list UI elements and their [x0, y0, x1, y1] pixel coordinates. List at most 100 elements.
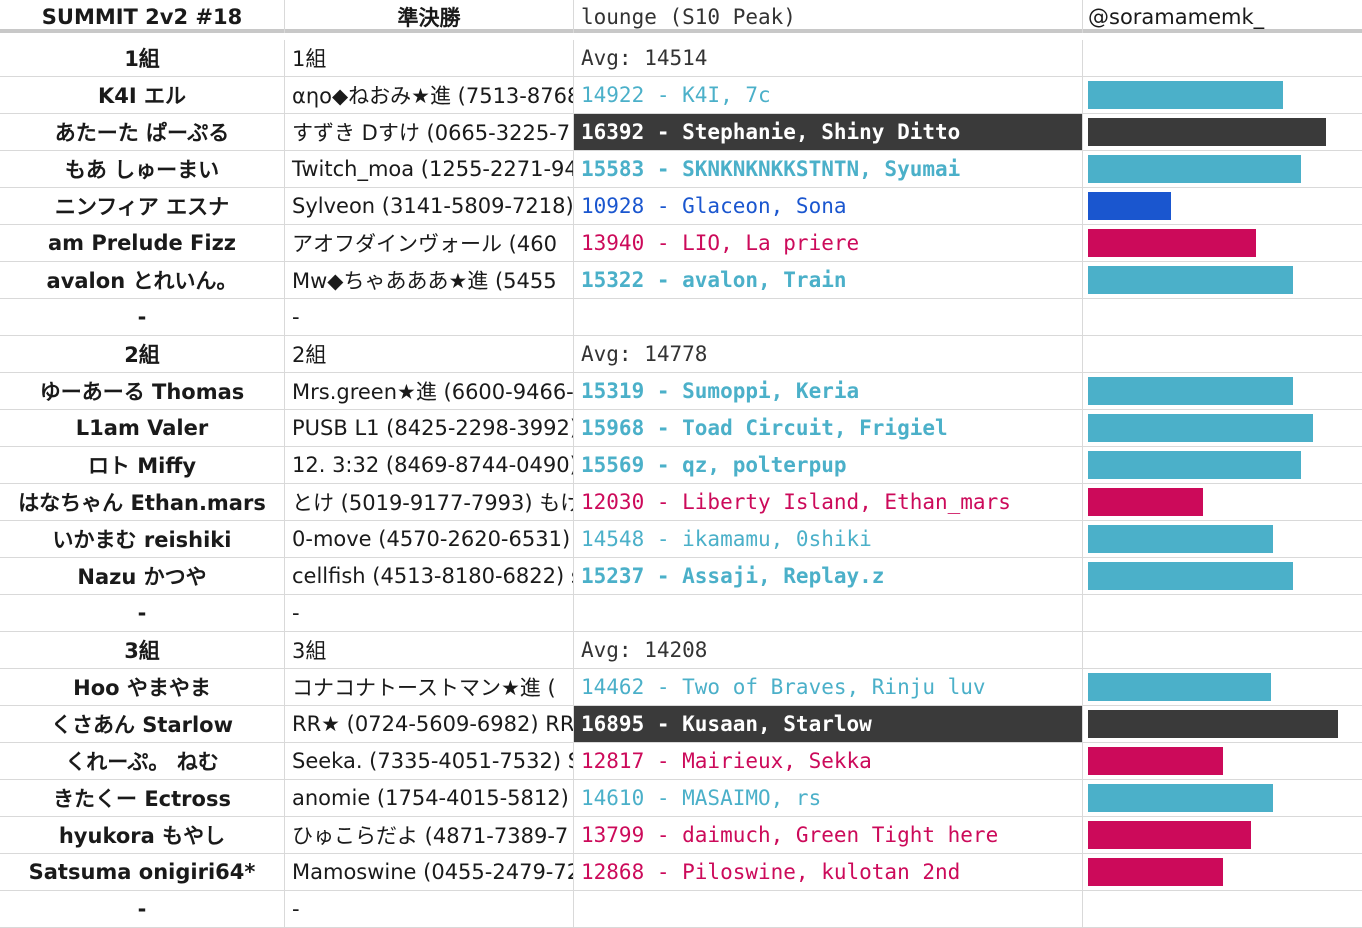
rating-bar-cell[interactable]: [1083, 447, 1362, 483]
rating-bar-cell[interactable]: [1083, 706, 1362, 742]
lounge-score-cell[interactable]: 15968 - Toad Circuit, Frigiel: [574, 410, 1083, 446]
lounge-score-cell[interactable]: 16392 - Stephanie, Shiny Ditto: [574, 114, 1083, 150]
team-cell[interactable]: Satsuma onigiri64*: [0, 854, 285, 890]
team-cell[interactable]: くれーぷ。 ねむ: [0, 743, 285, 779]
header-handle[interactable]: @soramamemk_: [1083, 0, 1362, 33]
rating-bar-cell[interactable]: [1083, 817, 1362, 853]
team-cell[interactable]: -: [0, 299, 285, 335]
team-cell[interactable]: Nazu かつや: [0, 558, 285, 594]
player-detail-cell[interactable]: 1組: [285, 40, 574, 76]
lounge-score-cell[interactable]: Avg: 14514: [574, 40, 1083, 76]
rating-bar-cell[interactable]: [1083, 521, 1362, 557]
team-cell[interactable]: am Prelude Fizz: [0, 225, 285, 261]
rating-bar-cell[interactable]: [1083, 669, 1362, 705]
team-cell[interactable]: 1組: [0, 40, 285, 76]
rating-bar-cell[interactable]: [1083, 410, 1362, 446]
lounge-score-cell[interactable]: [574, 299, 1083, 335]
lounge-score-cell[interactable]: 14462 - Two of Braves, Rinju luv: [574, 669, 1083, 705]
lounge-score-cell[interactable]: [574, 891, 1083, 927]
team-cell[interactable]: いかまむ reishiki: [0, 521, 285, 557]
team-cell[interactable]: はなちゃん Ethan.mars: [0, 484, 285, 520]
rating-bar-cell[interactable]: [1083, 743, 1362, 779]
player-detail-cell[interactable]: PUSB L1 (8425-2298-3992): [285, 410, 574, 446]
rating-bar-cell[interactable]: [1083, 40, 1362, 76]
player-detail-cell[interactable]: cellfish (4513-8180-6822) s: [285, 558, 574, 594]
player-detail-cell[interactable]: ひゅこらだよ (4871-7389-7: [285, 817, 574, 853]
lounge-score-cell[interactable]: 15583 - SKNKNKNKKSTNTN, Syumai: [574, 151, 1083, 187]
lounge-score-cell[interactable]: 13940 - LIO, La priere: [574, 225, 1083, 261]
lounge-score-cell[interactable]: Avg: 14778: [574, 336, 1083, 372]
team-cell[interactable]: K4I エル: [0, 77, 285, 113]
player-detail-cell[interactable]: 3組: [285, 632, 574, 668]
rating-bar-cell[interactable]: [1083, 484, 1362, 520]
lounge-score-cell[interactable]: Avg: 14208: [574, 632, 1083, 668]
rating-bar-cell[interactable]: [1083, 114, 1362, 150]
player-detail-cell[interactable]: -: [285, 595, 574, 631]
team-cell[interactable]: ロト Miffy: [0, 447, 285, 483]
player-detail-cell[interactable]: とけ (5019-9177-7993) もけ: [285, 484, 574, 520]
team-cell[interactable]: L1am Valer: [0, 410, 285, 446]
header-title[interactable]: SUMMIT 2v2 #18: [0, 0, 285, 33]
rating-bar-cell[interactable]: [1083, 558, 1362, 594]
lounge-score-cell[interactable]: 16895 - Kusaan, Starlow: [574, 706, 1083, 742]
rating-bar-cell[interactable]: [1083, 632, 1362, 668]
player-detail-cell[interactable]: 0-move (4570-2620-6531) (: [285, 521, 574, 557]
rating-bar-cell[interactable]: [1083, 891, 1362, 927]
rating-bar-cell[interactable]: [1083, 780, 1362, 816]
lounge-score-cell[interactable]: 15319 - Sumoppi, Keria: [574, 373, 1083, 409]
lounge-score-cell[interactable]: 15569 - qz, polterpup: [574, 447, 1083, 483]
team-cell[interactable]: -: [0, 891, 285, 927]
lounge-score-cell[interactable]: 12817 - Mairieux, Sekka: [574, 743, 1083, 779]
team-cell[interactable]: あたーた ぱーぷる: [0, 114, 285, 150]
lounge-score-cell[interactable]: 12030 - Liberty Island, Ethan_mars: [574, 484, 1083, 520]
team-cell[interactable]: 2組: [0, 336, 285, 372]
rating-bar-cell[interactable]: [1083, 854, 1362, 890]
player-detail-cell[interactable]: Mw◆ちゃあああ★進 (5455: [285, 262, 574, 298]
rating-bar-cell[interactable]: [1083, 262, 1362, 298]
rating-bar-cell[interactable]: [1083, 188, 1362, 224]
team-cell[interactable]: Hoo やまやま: [0, 669, 285, 705]
team-cell[interactable]: hyukora もやし: [0, 817, 285, 853]
team-cell[interactable]: avalon とれいん。: [0, 262, 285, 298]
header-round[interactable]: 準決勝: [285, 0, 574, 33]
player-detail-cell[interactable]: -: [285, 891, 574, 927]
rating-bar-cell[interactable]: [1083, 595, 1362, 631]
player-detail-cell[interactable]: アオフダインヴォール (460: [285, 225, 574, 261]
player-detail-cell[interactable]: 2組: [285, 336, 574, 372]
rating-bar-cell[interactable]: [1083, 77, 1362, 113]
player-detail-cell[interactable]: コナコナトーストマン★進 (: [285, 669, 574, 705]
team-cell[interactable]: ニンフィア エスナ: [0, 188, 285, 224]
lounge-score-cell[interactable]: 15322 - avalon, Train: [574, 262, 1083, 298]
player-detail-cell[interactable]: -: [285, 299, 574, 335]
player-detail-cell[interactable]: すずき Dすけ (0665-3225-7: [285, 114, 574, 150]
lounge-score-cell[interactable]: 13799 - daimuch, Green Tight here: [574, 817, 1083, 853]
lounge-score-cell[interactable]: 14610 - MASAIMO, rs: [574, 780, 1083, 816]
player-detail-cell[interactable]: Sylveon (3141-5809-7218): [285, 188, 574, 224]
lounge-score-cell[interactable]: 10928 - Glaceon, Sona: [574, 188, 1083, 224]
team-cell[interactable]: ゆーあーる Thomas: [0, 373, 285, 409]
rating-bar-cell[interactable]: [1083, 299, 1362, 335]
header-lounge[interactable]: lounge (S10 Peak): [574, 0, 1083, 33]
player-detail-cell[interactable]: RR★ (0724-5609-6982) RR: [285, 706, 574, 742]
team-cell[interactable]: もあ しゅーまい: [0, 151, 285, 187]
rating-bar-cell[interactable]: [1083, 151, 1362, 187]
player-detail-cell[interactable]: Seeka. (7335-4051-7532) S: [285, 743, 574, 779]
player-detail-cell[interactable]: αηο◆ねおみ★進 (7513-8768: [285, 77, 574, 113]
player-detail-cell[interactable]: 12. 3:32 (8469-8744-0490): [285, 447, 574, 483]
team-cell[interactable]: 3組: [0, 632, 285, 668]
lounge-score-cell[interactable]: 14922 - K4I, 7c: [574, 77, 1083, 113]
lounge-score-cell[interactable]: [574, 595, 1083, 631]
player-detail-cell[interactable]: Twitch_moa (1255-2271-94: [285, 151, 574, 187]
team-cell[interactable]: くさあん Starlow: [0, 706, 285, 742]
rating-bar-cell[interactable]: [1083, 373, 1362, 409]
rating-bar-cell[interactable]: [1083, 225, 1362, 261]
lounge-score-cell[interactable]: 14548 - ikamamu, 0shiki: [574, 521, 1083, 557]
player-detail-cell[interactable]: anomie (1754-4015-5812) a: [285, 780, 574, 816]
team-cell[interactable]: -: [0, 595, 285, 631]
rating-bar-cell[interactable]: [1083, 336, 1362, 372]
lounge-score-cell[interactable]: 15237 - Assaji, Replay.z: [574, 558, 1083, 594]
player-detail-cell[interactable]: Mrs.green★進 (6600-9466-: [285, 373, 574, 409]
lounge-score-cell[interactable]: 12868 - Piloswine, kulotan 2nd: [574, 854, 1083, 890]
team-cell[interactable]: きたくー Ectross: [0, 780, 285, 816]
player-detail-cell[interactable]: Mamoswine (0455-2479-72: [285, 854, 574, 890]
